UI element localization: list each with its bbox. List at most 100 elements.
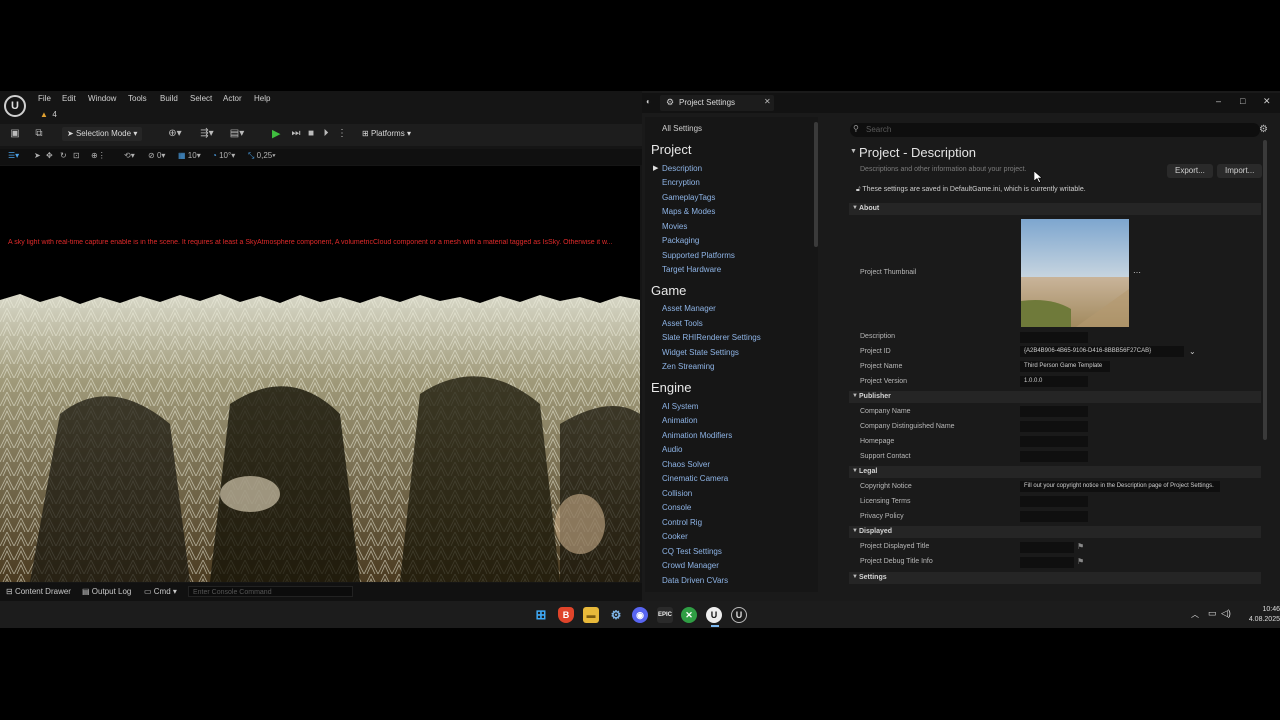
menu-file[interactable]: File: [38, 94, 51, 103]
console-command-input[interactable]: Enter Console Command: [188, 586, 353, 597]
nav-item-control-rig[interactable]: Control Rig: [662, 518, 702, 527]
close-tab-icon[interactable]: ✕: [764, 97, 771, 106]
import-button[interactable]: Import...: [1217, 164, 1263, 178]
project-version-field[interactable]: 1.0.0.0: [1020, 376, 1088, 387]
settings-search-box[interactable]: [850, 123, 1260, 137]
menu-edit[interactable]: Edit: [62, 94, 76, 103]
world-space-icon[interactable]: ⊕⋮: [91, 151, 106, 160]
nav-item-ai-system[interactable]: AI System: [662, 402, 698, 411]
nav-item-crowd-manager[interactable]: Crowd Manager: [662, 561, 719, 570]
xbox-icon[interactable]: ✕: [681, 607, 697, 623]
launch-icon[interactable]: ⏵: [318, 127, 334, 141]
category-settings[interactable]: ▼ Settings: [849, 572, 1261, 584]
menu-tools[interactable]: Tools: [128, 94, 147, 103]
nav-item-description[interactable]: Description: [662, 164, 702, 173]
nav-item-cooker[interactable]: Cooker: [662, 532, 688, 541]
localization-flag-icon[interactable]: ⚑: [1077, 557, 1084, 566]
description-field[interactable]: [1020, 332, 1088, 343]
network-icon[interactable]: ▭: [1208, 608, 1217, 619]
save-icon[interactable]: ▣: [7, 127, 23, 141]
nav-item-movies[interactable]: Movies: [662, 222, 687, 231]
settings-icon[interactable]: ⚙: [608, 607, 624, 623]
add-actor-icon[interactable]: ⊕▾: [164, 127, 186, 141]
options-gear-icon[interactable]: ⚙: [1259, 124, 1268, 135]
collapse-section-icon[interactable]: ▼: [850, 148, 857, 155]
licensing-terms-field[interactable]: [1020, 496, 1088, 507]
cmd-dropdown[interactable]: ▭ Cmd ▾: [144, 587, 177, 596]
platforms-dropdown[interactable]: ⊞ Platforms ▾: [362, 127, 411, 141]
unreal-editor-icon[interactable]: U: [731, 607, 747, 623]
system-clock[interactable]: 10:46 4.08.2025: [1230, 605, 1280, 625]
company-distinguished-name-field[interactable]: [1020, 421, 1088, 432]
menu-help[interactable]: Help: [254, 94, 270, 103]
project-debug-title-field[interactable]: [1020, 557, 1074, 568]
blueprint-icon[interactable]: ⇶▾: [196, 127, 218, 141]
rotation-snap[interactable]: ⊘ 0▾: [148, 151, 165, 160]
nav-item-cq-test-settings[interactable]: CQ Test Settings: [662, 547, 722, 556]
close-window-icon[interactable]: ✕: [1263, 96, 1271, 107]
brave-icon[interactable]: B: [558, 607, 574, 623]
stop-icon[interactable]: ■: [303, 127, 319, 141]
nav-item-asset-tools[interactable]: Asset Tools: [662, 319, 703, 328]
epic-games-icon[interactable]: EPIC: [657, 607, 673, 623]
minimize-icon[interactable]: –: [1216, 96, 1221, 106]
menu-actor[interactable]: Actor: [223, 94, 242, 103]
nav-item-cinematic-camera[interactable]: Cinematic Camera: [662, 474, 728, 483]
localization-flag-icon[interactable]: ⚑: [1077, 542, 1084, 551]
project-badge[interactable]: ▲ 4: [40, 110, 57, 119]
menu-window[interactable]: Window: [88, 94, 116, 103]
nav-item-supported-platforms[interactable]: Supported Platforms: [662, 251, 735, 260]
nav-item-zen-streaming[interactable]: Zen Streaming: [662, 362, 714, 371]
category-legal[interactable]: ▼ Legal: [849, 466, 1261, 478]
settings-scrollbar[interactable]: [1263, 140, 1267, 440]
category-displayed[interactable]: ▼ Displayed: [849, 526, 1261, 538]
move-tool-icon[interactable]: ✥: [46, 151, 53, 160]
nav-item-encryption[interactable]: Encryption: [662, 178, 700, 187]
menu-build[interactable]: Build: [160, 94, 178, 103]
grid-snap[interactable]: ▦ 10▾: [178, 151, 201, 160]
more-options-icon[interactable]: ⋮: [334, 127, 350, 141]
maximize-icon[interactable]: □: [1240, 96, 1245, 106]
project-name-field[interactable]: Third Person Game Template: [1020, 361, 1110, 372]
viewport-menu-icon[interactable]: ☰▾: [8, 151, 19, 160]
scale-snap[interactable]: ⤡ 0,25▾: [248, 151, 276, 161]
nav-all-settings[interactable]: All Settings: [662, 124, 702, 133]
rotate-tool-icon[interactable]: ↻: [60, 151, 67, 160]
nav-item-chaos-solver[interactable]: Chaos Solver: [662, 460, 710, 469]
project-displayed-title-field[interactable]: [1020, 542, 1074, 553]
nav-item-target-hardware[interactable]: Target Hardware: [662, 265, 721, 274]
cinematics-icon[interactable]: ▤▾: [226, 127, 248, 141]
project-thumbnail-image[interactable]: [1021, 219, 1129, 327]
nav-scrollbar[interactable]: [814, 122, 818, 247]
company-name-field[interactable]: [1020, 406, 1088, 417]
project-id-field[interactable]: {A2B4B906-4B65-9106-D416-8BBB56F27CAB}: [1020, 346, 1184, 357]
thumbnail-options-icon[interactable]: ⋯: [1133, 268, 1141, 277]
nav-item-console[interactable]: Console: [662, 503, 691, 512]
category-publisher[interactable]: ▼ Publisher: [849, 391, 1261, 403]
discord-icon[interactable]: ◉: [632, 607, 648, 623]
windows-start-icon[interactable]: ⊞: [533, 607, 549, 623]
selection-mode-dropdown[interactable]: ➤ Selection Mode ▾: [62, 127, 143, 141]
menu-select[interactable]: Select: [190, 94, 212, 103]
chevron-up-icon[interactable]: ︿: [1191, 609, 1199, 620]
export-button[interactable]: Export...: [1167, 164, 1213, 178]
nav-item-animation-modifiers[interactable]: Animation Modifiers: [662, 431, 732, 440]
nav-item-maps-modes[interactable]: Maps & Modes: [662, 207, 715, 216]
nav-item-collision[interactable]: Collision: [662, 489, 692, 498]
scale-tool-icon[interactable]: ⊡: [73, 151, 80, 160]
surface-snap-icon[interactable]: ⟲▾: [124, 151, 135, 160]
nav-item-audio[interactable]: Audio: [662, 445, 682, 454]
output-log-button[interactable]: ▤ Output Log: [82, 587, 131, 596]
nav-item-asset-manager[interactable]: Asset Manager: [662, 304, 716, 313]
select-tool-icon[interactable]: ➤: [34, 151, 41, 160]
privacy-policy-field[interactable]: [1020, 511, 1088, 522]
homepage-field[interactable]: [1020, 436, 1088, 447]
angle-snap[interactable]: ◔ 10°▾: [212, 151, 235, 160]
unreal-logo-icon[interactable]: U: [4, 95, 26, 117]
nav-item-packaging[interactable]: Packaging: [662, 236, 699, 245]
support-contact-field[interactable]: [1020, 451, 1088, 462]
category-about[interactable]: ▼ About: [849, 203, 1261, 215]
content-drawer-button[interactable]: ⊟ Content Drawer: [6, 587, 71, 596]
unreal-engine-icon[interactable]: U: [706, 607, 722, 623]
browse-icon[interactable]: ⧉: [31, 127, 47, 141]
